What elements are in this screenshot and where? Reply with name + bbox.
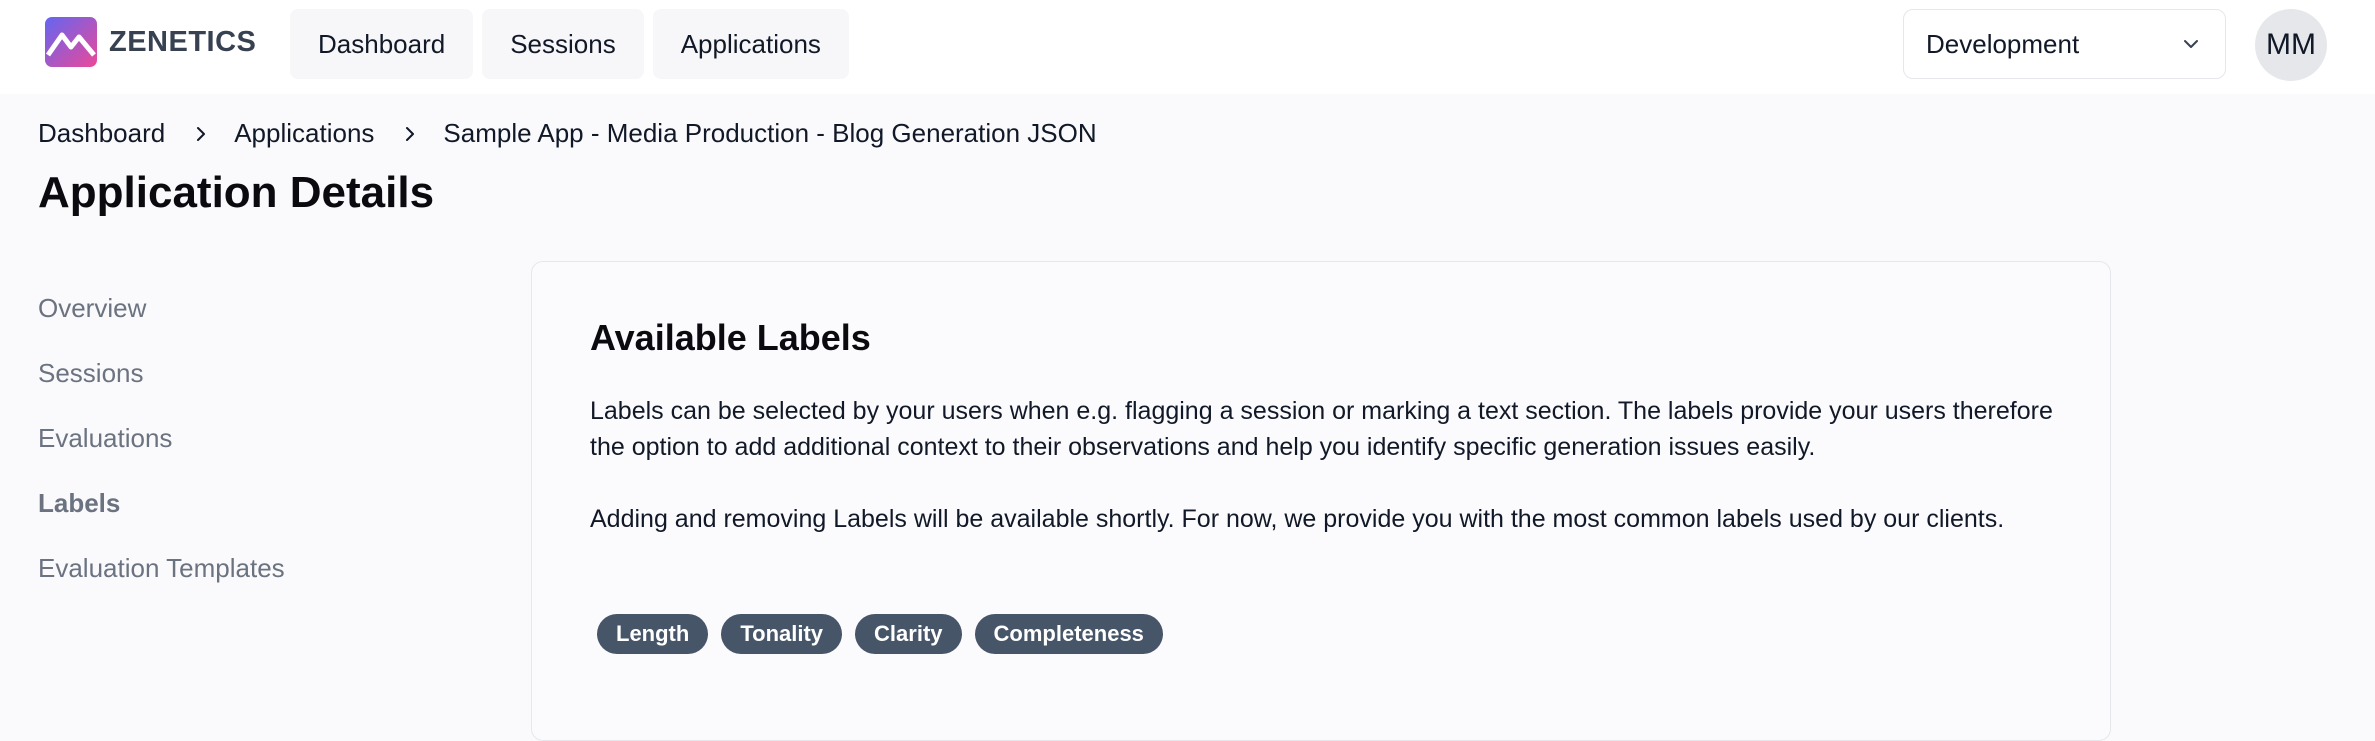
breadcrumb-applications[interactable]: Applications <box>234 118 374 149</box>
sidebar-item-overview[interactable]: Overview <box>38 290 285 355</box>
label-chip-tonality: Tonality <box>721 614 843 654</box>
card-notice: Adding and removing Labels will be avail… <box>590 505 2005 533</box>
chevron-right-icon <box>406 126 415 141</box>
label-chip-list: Length Tonality Clarity Completeness <box>597 614 1163 654</box>
label-chip-clarity: Clarity <box>855 614 962 654</box>
breadcrumb-current-app[interactable]: Sample App - Media Production - Blog Gen… <box>443 118 1096 149</box>
breadcrumb: Dashboard Applications Sample App - Medi… <box>38 118 1097 149</box>
breadcrumb-dashboard[interactable]: Dashboard <box>38 118 165 149</box>
available-labels-card: Available Labels Labels can be selected … <box>531 261 2111 741</box>
sidebar-item-evaluation-templates[interactable]: Evaluation Templates <box>38 550 285 615</box>
page-title: Application Details <box>38 168 435 217</box>
brand[interactable]: ZENETICS <box>45 17 256 67</box>
card-description: Labels can be selected by your users whe… <box>590 397 2053 461</box>
sidebar-item-evaluations[interactable]: Evaluations <box>38 420 285 485</box>
user-avatar[interactable]: MM <box>2255 9 2327 81</box>
top-bar: ZENETICS Dashboard Sessions Applications… <box>0 0 2375 94</box>
nav-applications[interactable]: Applications <box>652 9 849 79</box>
nav-dashboard[interactable]: Dashboard <box>290 9 474 79</box>
brand-name: ZENETICS <box>109 25 257 58</box>
sidebar-item-labels[interactable]: Labels <box>38 485 285 550</box>
card-title: Available Labels <box>590 317 871 358</box>
nav-sessions[interactable]: Sessions <box>482 9 644 79</box>
main-nav: Dashboard Sessions Applications <box>290 9 849 79</box>
sidebar-nav: Overview Sessions Evaluations Labels Eva… <box>38 290 285 615</box>
environment-select[interactable]: Development <box>1903 9 2226 79</box>
environment-select-value: Development <box>1926 28 2080 59</box>
chevron-down-icon <box>2184 40 2198 48</box>
sidebar-item-sessions[interactable]: Sessions <box>38 355 285 420</box>
label-chip-completeness: Completeness <box>974 614 1163 654</box>
label-chip-length: Length <box>597 614 709 654</box>
mountain-logo-icon <box>45 17 97 67</box>
chevron-right-icon <box>197 126 206 141</box>
